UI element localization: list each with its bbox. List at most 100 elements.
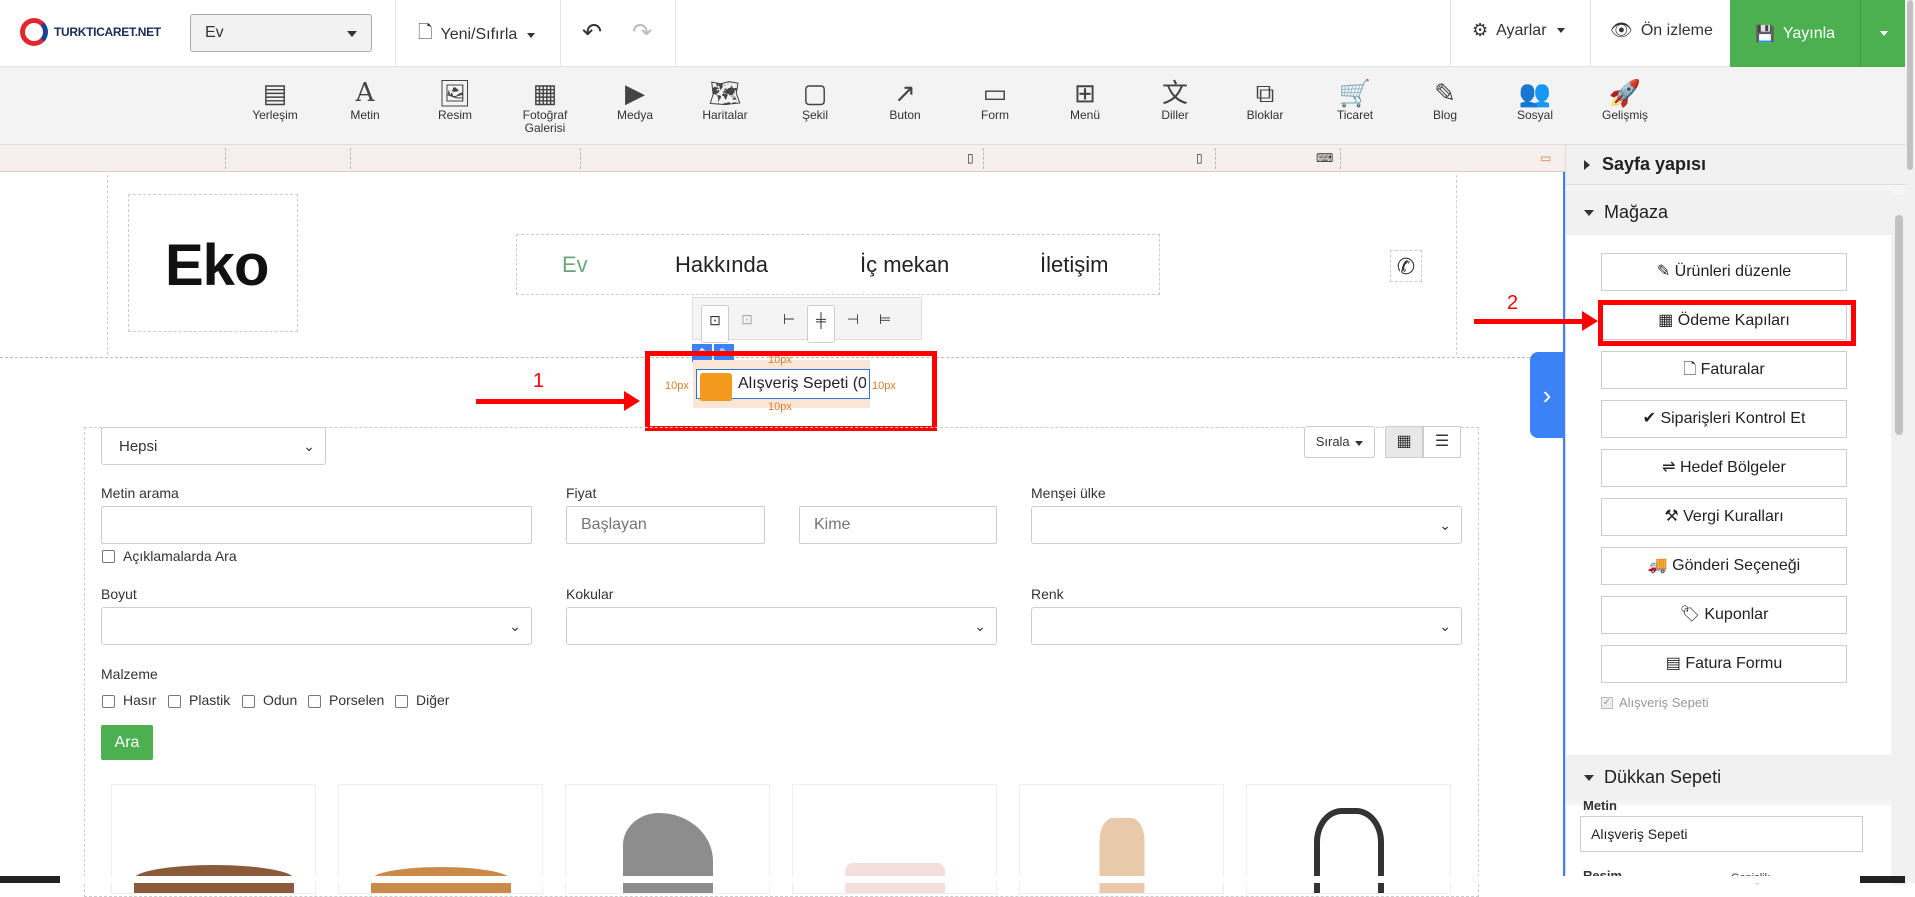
settings-button[interactable]: ⚙ Ayarlar [1472,20,1565,41]
undo-icon[interactable]: ↶ [582,18,602,47]
language-icon: 文 [1161,78,1188,108]
divider [1450,0,1451,67]
store-section-header[interactable]: Mağaza [1566,190,1891,235]
cart-checkbox[interactable]: ✓ [1601,696,1613,709]
tool-blocks[interactable]: ⧉ Bloklar [1225,77,1305,122]
tablet-icon[interactable]: ▯ [1196,151,1203,165]
tool-blog[interactable]: ✎ Blog [1405,77,1485,122]
align-justify-icon[interactable]: ⊨ [871,305,899,333]
button-label: Ürünleri düzenle [1674,263,1792,280]
edit-icon: ✎ [1434,78,1456,108]
scents-label: Kokular [566,586,614,602]
edit-products-button[interactable]: ✎ Ürünleri düzenle [1601,253,1847,291]
panel-scrollbar[interactable] [1891,195,1906,885]
text-search-input[interactable] [101,506,532,544]
tool-maps[interactable]: 🗺 Haritalar [685,77,765,122]
align-right-icon[interactable]: ⊣ [839,305,867,333]
new-reset-button[interactable]: 🗋 Yeni/Sıfırla [418,20,536,50]
color-select[interactable]: ⌄ [1031,607,1462,645]
chevron-down-icon: ⌄ [974,618,986,634]
invoice-form-button[interactable]: ▤ Fatura Formu [1601,645,1847,683]
logo-mark-icon [20,18,48,46]
tool-form[interactable]: ▭ Form [955,77,1035,122]
nav-item-contact[interactable]: İletişim [1040,252,1108,278]
top-bar: TURKTICARET.NET Ev 🗋 Yeni/Sıfırla ↶ ↷ ⚙ … [0,0,1915,67]
tax-rules-button[interactable]: ⚒ Vergi Kuralları [1601,498,1847,536]
tool-button[interactable]: ↗ Buton [865,77,945,122]
check-orders-button[interactable]: ✔ Siparişleri Kontrol Et [1601,400,1847,438]
material-checkbox[interactable] [102,695,115,708]
tool-image[interactable]: 🖼 Resim [415,77,495,122]
search-button[interactable]: Ara [101,725,153,760]
material-checkbox[interactable] [308,695,321,708]
price-to-input[interactable] [799,506,997,544]
scents-select[interactable]: ⌄ [566,607,997,645]
nav-item-interior[interactable]: İç mekan [860,252,949,278]
tool-advanced[interactable]: 🚀 Gelişmiş [1585,77,1665,122]
text-search-label: Metin arama [101,485,179,501]
page-select[interactable]: Ev [190,14,372,52]
material-option-label: Porselen [329,692,385,708]
tool-text[interactable]: A Metin [325,77,405,122]
page-scrollbar[interactable] [1905,0,1915,883]
origin-select[interactable]: ⌄ [1031,506,1462,544]
scrollbar-thumb[interactable] [1907,0,1913,170]
tool-media[interactable]: ▶ Medya [595,77,675,122]
chevron-right-icon: › [1542,380,1552,410]
tool-menu[interactable]: ⊞ Menü [1045,77,1125,122]
material-checkbox[interactable] [168,695,181,708]
shop-cart-section-header[interactable]: Dükkan Sepeti [1566,755,1891,800]
chevron-down-icon [1556,28,1565,33]
desktop-icon[interactable]: ▭ [1540,151,1551,165]
target-regions-button[interactable]: ⇌ Hedef Bölgeler [1601,449,1847,487]
preview-button[interactable]: 👁 Ön izleme [1610,20,1713,41]
publish-options-button[interactable] [1860,0,1905,67]
cart-text-input[interactable] [1580,816,1863,852]
grid-view-button[interactable]: ▦ [1385,426,1423,458]
list-icon: ☰ [1434,433,1450,450]
tool-label: Yerleşim [252,108,298,122]
phone-icon[interactable]: ✆ [1390,250,1422,282]
tool-social[interactable]: 👥 Sosyal [1495,77,1575,122]
youtube-icon: ▶ [625,78,645,108]
size-select[interactable]: ⌄ [101,607,532,645]
align-center-icon[interactable]: ╪ [807,305,835,343]
sort-button[interactable]: Sırala [1304,426,1375,458]
nav-item-home[interactable]: Ev [562,252,588,278]
tool-shape[interactable]: ▢ Şekil [775,77,855,122]
coupons-button[interactable]: 🏷 Kuponlar [1601,596,1847,634]
price-from-input[interactable] [566,506,765,544]
alignment-toolbar: ⊡ ⊡ ⊢ ╪ ⊣ ⊨ [692,297,922,343]
publish-button[interactable]: 💾 Yayınla [1730,0,1860,67]
category-select[interactable]: Hepsi ⌄ [101,427,326,465]
mobile-icon[interactable]: ▯ [967,151,974,165]
tags-icon: 🏷 [1679,606,1700,623]
panel-toggle-button[interactable]: › [1530,352,1564,438]
publish-label: Yayınla [1782,24,1836,42]
brand-logo[interactable]: TURKTICARET.NET [20,18,161,46]
page-structure-header[interactable]: Sayfa yapısı [1566,145,1906,185]
nav-item-about[interactable]: Hakkında [675,252,768,278]
material-checkbox[interactable] [242,695,255,708]
align-left-icon[interactable]: ⊢ [775,305,803,333]
deselect-box-icon[interactable]: ⊡ [733,305,761,333]
divider [675,0,676,67]
tool-languages[interactable]: 文 Diller [1135,77,1215,122]
material-checkbox[interactable] [395,695,408,708]
invoices-button[interactable]: 🗋 Faturalar [1601,351,1847,389]
list-view-button[interactable]: ☰ [1423,426,1461,458]
search-desc-checkbox[interactable] [102,550,115,563]
scrollbar-thumb[interactable] [1895,215,1903,435]
cart-checkbox-row[interactable]: ✓ Alışveriş Sepeti [1601,695,1709,710]
tool-gallery[interactable]: ▦ Fotoğraf Galerisi [505,77,585,135]
tool-commerce[interactable]: 🛒 Ticaret [1315,77,1395,122]
site-logo[interactable]: Eko [165,232,269,299]
redo-icon[interactable]: ↷ [632,18,652,47]
gear-icon: ⚙ [1472,20,1489,40]
select-box-icon[interactable]: ⊡ [701,305,729,343]
divider [560,0,561,67]
shipping-options-button[interactable]: 🚚 Gönderi Seçeneği [1601,547,1847,585]
tool-layout[interactable]: ▤ Yerleşim [235,77,315,122]
grid-icon: ▦ [1396,433,1412,450]
laptop-icon[interactable]: ⌨ [1316,151,1333,165]
